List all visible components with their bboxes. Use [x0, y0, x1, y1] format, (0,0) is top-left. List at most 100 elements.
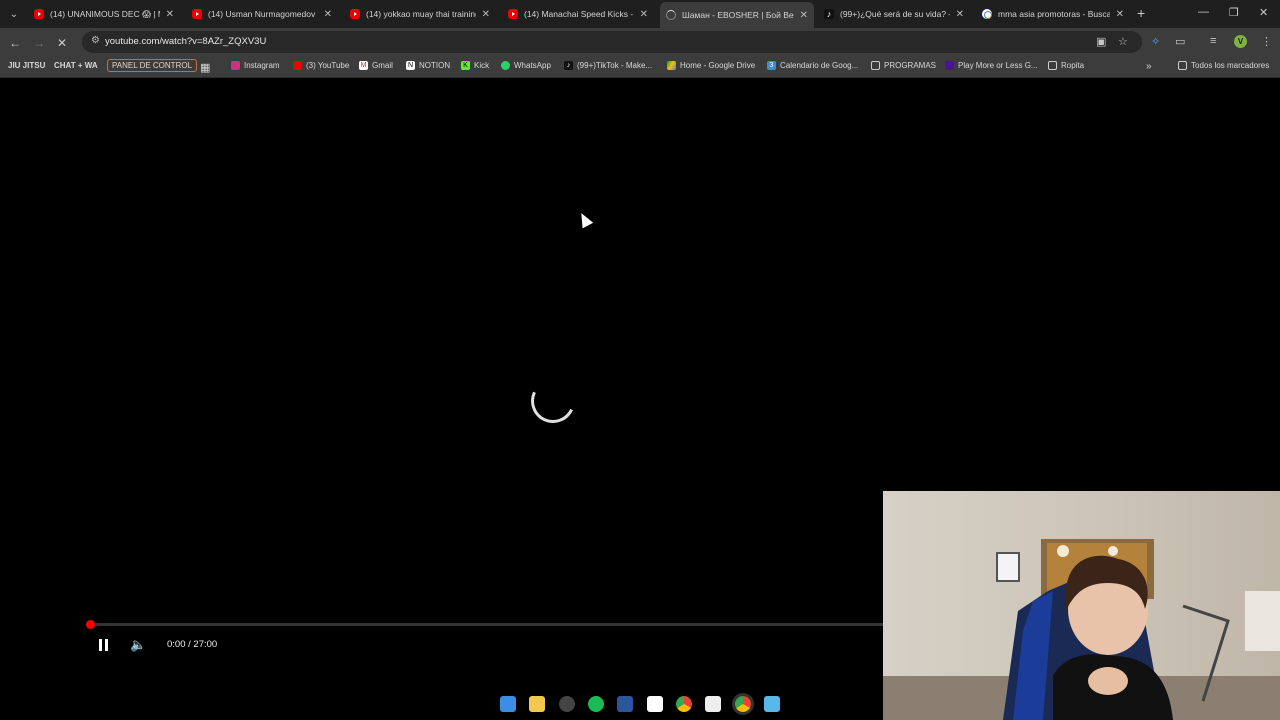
bookmark-gmail[interactable]: M Gmail: [359, 61, 393, 70]
tab-usman-nurmagomedov[interactable]: (14) Usman Nurmagomedov vs ✕: [186, 3, 338, 25]
progress-scrubber[interactable]: [86, 620, 95, 629]
bookmark-google-drive[interactable]: Home - Google Drive: [667, 61, 755, 70]
video-time: 0:00 / 27:00: [167, 639, 218, 650]
chrome-active-icon[interactable]: [735, 696, 751, 712]
youtube-icon: [350, 9, 360, 19]
close-icon[interactable]: ✕: [482, 9, 490, 20]
calendar-icon: 3: [767, 61, 776, 70]
notepad-icon[interactable]: [764, 696, 780, 712]
youtube-icon: [192, 9, 202, 19]
video-progress-bar[interactable]: [90, 623, 885, 626]
new-tab-plus-icon[interactable]: +: [1137, 5, 1145, 21]
notion-icon[interactable]: [647, 696, 663, 712]
folder-icon: [1178, 61, 1187, 70]
tab-search-chevron-icon[interactable]: ⌄: [4, 4, 24, 24]
spotify-icon[interactable]: [588, 696, 604, 712]
google-drive-icon: [667, 61, 676, 70]
more-bookmarks-chevron-icon[interactable]: »: [1146, 61, 1152, 72]
bookmark-kick[interactable]: K Kick: [461, 61, 489, 70]
minimize-icon[interactable]: —: [1198, 6, 1209, 18]
apps-grid-icon[interactable]: ▦: [200, 61, 210, 74]
bookmark-all-bookmarks[interactable]: Todos los marcadores: [1178, 61, 1269, 70]
word-icon[interactable]: [617, 696, 633, 712]
bookmark-folder-ropita[interactable]: Ropita: [1048, 61, 1084, 70]
folder-icon: [871, 61, 880, 70]
google-icon: [982, 9, 992, 19]
menu-kebab-icon[interactable]: ⋮: [1261, 35, 1272, 48]
tiktok-icon: ♪: [564, 61, 573, 70]
site-info-icon[interactable]: ⚙: [91, 35, 100, 46]
tab-yokkao-training[interactable]: (14) yokkao muay thai training ✕: [344, 3, 496, 25]
youtube-icon: [293, 61, 302, 70]
bookmark-instagram[interactable]: Instagram: [231, 61, 280, 70]
stop-loading-icon[interactable]: ✕: [57, 35, 67, 51]
bookmark-folder-programas[interactable]: PROGRAMAS: [871, 61, 936, 70]
webcam-feed-image: [883, 491, 1280, 720]
windows-start-icon[interactable]: [500, 696, 516, 712]
bookmark-notion[interactable]: N NOTION: [406, 61, 450, 70]
window-close-icon[interactable]: ✕: [1259, 6, 1268, 19]
pause-button[interactable]: [97, 638, 111, 652]
bookmark-jiu-jitsu[interactable]: JIU JITSU: [8, 61, 45, 70]
app-icon[interactable]: [559, 696, 575, 712]
gmail-icon: M: [359, 61, 368, 70]
bookmark-label: JIU JITSU: [8, 61, 46, 70]
tab-unanimous-dec[interactable]: (14) UNANIMOUS DEC 😱 | Ma ✕: [28, 3, 180, 25]
youtube-icon: [508, 9, 518, 19]
bookmark-star-icon[interactable]: ☆: [1118, 35, 1128, 48]
pause-bar-icon: [105, 639, 108, 651]
tab-title: (14) yokkao muay thai training: [366, 9, 476, 19]
bookmark-label: CHAT + WA: [54, 61, 98, 70]
bookmark-label: Home - Google Drive: [680, 61, 756, 70]
pause-bar-icon: [99, 639, 102, 651]
close-icon[interactable]: ✕: [800, 10, 808, 21]
close-icon[interactable]: ✕: [956, 9, 964, 20]
bookmark-tiktok[interactable]: ♪ (99+)TikTok - Make...: [564, 61, 652, 70]
close-icon[interactable]: ✕: [1116, 9, 1124, 20]
tab-title: (14) UNANIMOUS DEC 😱 | Ma: [50, 8, 160, 19]
install-app-icon[interactable]: ▣: [1096, 35, 1106, 48]
instagram-icon: [231, 61, 240, 70]
close-icon[interactable]: ✕: [640, 9, 648, 20]
bookmark-label: PANEL DE CONTROL: [112, 61, 193, 70]
bookmark-label: Play More or Less G...: [958, 61, 1038, 70]
media-control-icon[interactable]: ≡: [1210, 35, 1216, 47]
bookmark-label: WhatsApp: [514, 61, 551, 70]
bookmark-label: PROGRAMAS: [884, 61, 937, 70]
tab-strip: ⌄ (14) UNANIMOUS DEC 😱 | Ma ✕ (14) Usman…: [0, 0, 1280, 28]
bookmark-google-calendar[interactable]: 3 Calendario de Goog...: [767, 61, 858, 70]
volume-icon[interactable]: 🔈: [130, 637, 146, 653]
game-icon: [945, 61, 954, 70]
file-explorer-icon[interactable]: [529, 696, 545, 712]
restore-icon[interactable]: ❐: [1229, 6, 1239, 19]
chrome-icon[interactable]: [676, 696, 692, 712]
extensions-puzzle-icon[interactable]: ▭: [1175, 35, 1185, 48]
bookmark-youtube[interactable]: (3) YouTube: [293, 61, 349, 70]
tab-shaman-ebosher[interactable]: Шаман - EBOSHER | Бой Вече ✕: [660, 2, 814, 28]
webcam-overlay: [883, 491, 1280, 720]
tiktok-icon: ♪: [824, 9, 834, 19]
bookmark-label: (99+)TikTok - Make...: [577, 61, 653, 70]
forward-arrow-icon[interactable]: →: [33, 35, 45, 51]
capcut-icon[interactable]: [705, 696, 721, 712]
address-url[interactable]: youtube.com/watch?v=8AZr_ZQXV3U: [105, 36, 266, 47]
bookmark-panel-de-control[interactable]: PANEL DE CONTROL: [107, 59, 198, 72]
tab-title: (14) Manachai Speed Kicks - M: [524, 9, 634, 19]
close-icon[interactable]: ✕: [166, 9, 174, 20]
tab-tiktok[interactable]: ♪ (99+)¿Qué será de su vida? — ✕: [818, 3, 970, 25]
bookmark-label: Ropita: [1061, 61, 1085, 70]
translate-extension-icon[interactable]: ✧: [1151, 35, 1160, 48]
tab-manachai-speed-kicks[interactable]: (14) Manachai Speed Kicks - M ✕: [502, 3, 654, 25]
bookmark-label: Kick: [474, 61, 490, 70]
folder-icon: [1048, 61, 1057, 70]
tab-google-search[interactable]: mma asia promotoras - Buscar ✕: [976, 3, 1130, 25]
bookmark-chat-wa[interactable]: CHAT + WA: [54, 61, 98, 70]
close-icon[interactable]: ✕: [324, 9, 332, 20]
kick-icon: K: [461, 61, 470, 70]
profile-avatar[interactable]: V: [1234, 35, 1247, 48]
bookmark-play-more-or-less[interactable]: Play More or Less G...: [945, 61, 1038, 70]
back-arrow-icon[interactable]: ←: [9, 35, 21, 51]
bookmark-whatsapp[interactable]: WhatsApp: [501, 61, 551, 70]
bookmark-label: NOTION: [419, 61, 451, 70]
bookmark-label: (3) YouTube: [306, 61, 350, 70]
